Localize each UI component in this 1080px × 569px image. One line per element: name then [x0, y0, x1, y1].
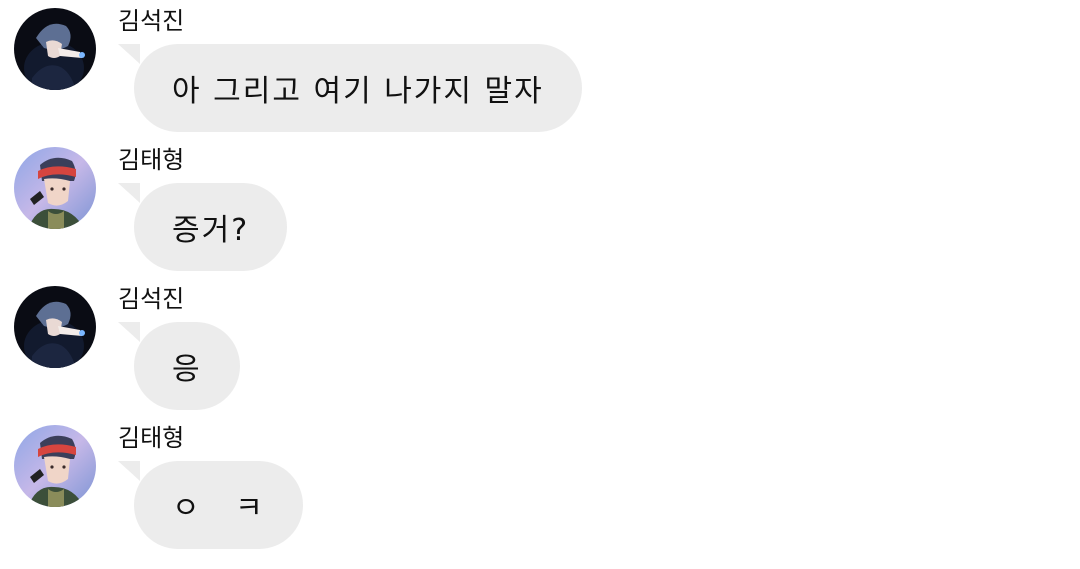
message-bubble[interactable]: ㅇ ㅋ — [134, 461, 303, 549]
message-bubble[interactable]: 아 그리고 여기 나가지 말자 — [134, 44, 582, 132]
message-bubble[interactable]: 응 — [134, 322, 240, 410]
avatar-jin[interactable] — [14, 286, 96, 368]
sender-name: 김석진 — [118, 285, 185, 313]
sender-name: 김석진 — [118, 7, 185, 35]
avatar-taehyung[interactable] — [14, 147, 96, 229]
chat-log: 김석진 아 그리고 여기 나가지 말자 김태형 증거? 김석진 응 김태형 ㅇ … — [0, 0, 1080, 569]
message-row: 김석진 응 — [0, 278, 1080, 417]
sender-name: 김태형 — [118, 424, 185, 452]
avatar-jin[interactable] — [14, 8, 96, 90]
bubble-tail — [118, 461, 140, 481]
message-row: 김태형 ㅇ ㅋ — [0, 417, 1080, 556]
bubble-tail — [118, 44, 140, 64]
bubble-tail — [118, 183, 140, 203]
avatar-taehyung[interactable] — [14, 425, 96, 507]
message-row: 김석진 아 그리고 여기 나가지 말자 — [0, 0, 1080, 139]
sender-name: 김태형 — [118, 146, 185, 174]
message-row: 김태형 증거? — [0, 139, 1080, 278]
bubble-tail — [118, 322, 140, 342]
message-bubble[interactable]: 증거? — [134, 183, 288, 271]
